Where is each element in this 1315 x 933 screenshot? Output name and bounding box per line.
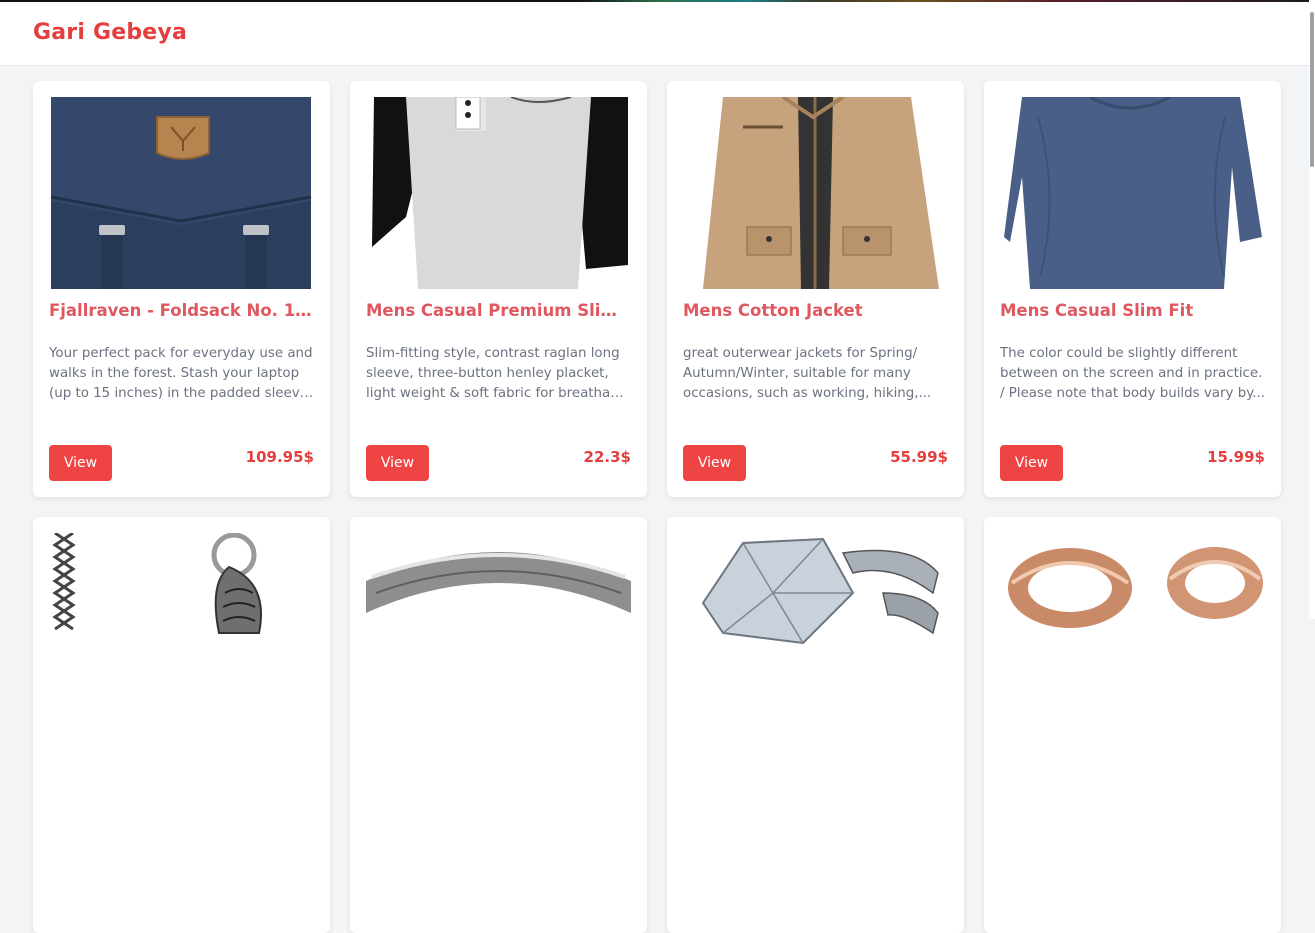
rose-gold-rings-image [1000, 533, 1265, 725]
product-card [667, 517, 964, 933]
product-image[interactable] [683, 533, 948, 725]
product-description: Slim-fitting style, contrast raglan long… [366, 346, 631, 401]
product-image[interactable] [683, 97, 948, 289]
product-description: The color could be slightly different be… [1000, 346, 1265, 401]
view-button[interactable]: View [1000, 445, 1063, 481]
product-card [984, 517, 1281, 933]
product-image[interactable] [1000, 533, 1265, 725]
product-grid: Fjallraven - Foldsack No. 1 Ba... Your p… [33, 81, 1281, 933]
product-title[interactable]: Mens Casual Slim Fit [1000, 301, 1268, 320]
product-title[interactable]: Fjallraven - Foldsack No. 1 Ba... [49, 301, 317, 320]
product-card: Fjallraven - Foldsack No. 1 Ba... Your p… [33, 81, 330, 497]
product-price: 22.3$ [583, 448, 631, 466]
raglan-tshirt-image [366, 97, 631, 289]
product-description: great outerwear jackets for Spring/ Autu… [683, 346, 932, 401]
product-price: 109.95$ [245, 448, 314, 466]
silver-ring-image [366, 533, 631, 725]
brand-logo[interactable]: Gari Gebeya [33, 20, 187, 45]
product-title[interactable]: Mens Cotton Jacket [683, 301, 951, 320]
product-description: Your perfect pack for everyday use and w… [49, 346, 313, 401]
view-button[interactable]: View [49, 445, 112, 481]
product-price: 15.99$ [1207, 448, 1265, 466]
product-card: Mens Casual Premium Slim Fi... Slim-fitt… [350, 81, 647, 497]
product-image[interactable] [366, 533, 631, 725]
chain-bracelet-image [49, 533, 314, 725]
product-card [33, 517, 330, 933]
product-card: Mens Casual Slim Fit The color could be … [984, 81, 1281, 497]
cotton-jacket-image [683, 97, 948, 289]
product-card: Mens Cotton Jacket great outerwear jacke… [667, 81, 964, 497]
product-image[interactable] [366, 97, 631, 289]
view-button[interactable]: View [683, 445, 746, 481]
product-image[interactable] [49, 97, 314, 289]
diamond-ring-image [683, 533, 948, 725]
product-title[interactable]: Mens Casual Premium Slim Fi... [366, 301, 634, 320]
product-image[interactable] [49, 533, 314, 725]
scrollbar-thumb[interactable] [1310, 12, 1314, 167]
product-image[interactable] [1000, 97, 1265, 289]
product-card [350, 517, 647, 933]
app-header: Gari Gebeya [0, 2, 1309, 66]
product-price: 55.99$ [890, 448, 948, 466]
scrollbar[interactable] [1309, 0, 1315, 619]
slim-fit-shirt-image [1000, 97, 1265, 289]
backpack-image [49, 97, 314, 289]
view-button[interactable]: View [366, 445, 429, 481]
